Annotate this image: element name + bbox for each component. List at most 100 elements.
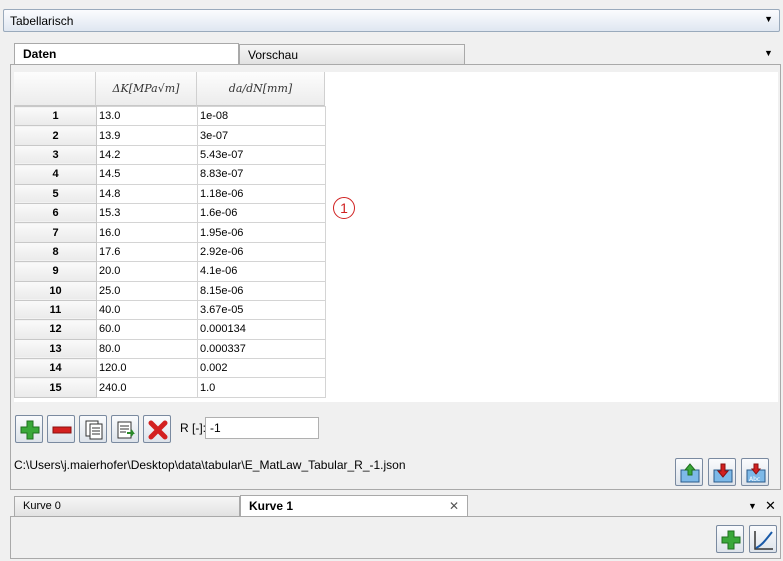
mode-select[interactable]: Tabellarisch ▼: [3, 9, 780, 32]
row-header[interactable]: 9: [14, 261, 97, 282]
row-header[interactable]: 10: [14, 280, 97, 301]
mode-select-value: Tabellarisch: [10, 14, 74, 28]
table-row[interactable]: 8 17.6 2.92e-06: [14, 241, 326, 263]
table-row[interactable]: 5 14.8 1.18e-06: [14, 183, 326, 204]
table-row[interactable]: 6 15.3 1.6e-06: [14, 202, 326, 224]
export-text-button[interactable]: Abc: [741, 458, 769, 486]
upload-icon: [680, 463, 700, 483]
r-ratio-input[interactable]: [205, 417, 319, 439]
tab-menu-icon[interactable]: ▼: [764, 48, 773, 58]
da-dn-cell[interactable]: 2.92e-06: [197, 241, 326, 263]
row-header[interactable]: 11: [14, 299, 97, 321]
delta-k-cell[interactable]: 60.0: [96, 319, 198, 340]
row-header[interactable]: 12: [14, 319, 97, 340]
delta-k-cell[interactable]: 16.0: [96, 222, 198, 243]
paste-icon: [117, 421, 135, 439]
curve-plot-button[interactable]: [749, 525, 777, 553]
tab-kurve-1[interactable]: Kurve 1 ✕: [240, 495, 468, 517]
delta-k-cell[interactable]: 17.6: [96, 241, 198, 263]
table-row[interactable]: 2 13.9 3e-07: [14, 125, 326, 146]
delta-k-cell[interactable]: 40.0: [96, 299, 198, 321]
row-header[interactable]: 3: [14, 144, 97, 166]
table-row[interactable]: 7 16.0 1.95e-06: [14, 222, 326, 243]
chevron-down-icon: ▼: [764, 14, 773, 24]
table-row[interactable]: 3 14.2 5.43e-07: [14, 144, 326, 166]
da-dn-cell[interactable]: 8.15e-06: [197, 280, 326, 301]
row-header[interactable]: 14: [14, 358, 97, 379]
da-dn-cell[interactable]: 8.83e-07: [197, 164, 326, 185]
da-dn-cell[interactable]: 1.6e-06: [197, 202, 326, 224]
table-row[interactable]: 12 60.0 0.000134: [14, 319, 326, 340]
row-header[interactable]: 13: [14, 338, 97, 360]
add-curve-icon: [721, 530, 741, 550]
da-dn-cell[interactable]: 1.95e-06: [197, 222, 326, 243]
table-row[interactable]: 13 80.0 0.000337: [14, 338, 326, 360]
add-curve-button[interactable]: [716, 525, 744, 553]
remove-icon: [52, 426, 72, 434]
remove-row-button[interactable]: [47, 415, 75, 443]
delta-k-cell[interactable]: 14.2: [96, 144, 198, 166]
da-dn-cell[interactable]: 0.000134: [197, 319, 326, 340]
table-row[interactable]: 1 13.0 1e-08: [14, 105, 326, 127]
download-icon: [713, 463, 733, 483]
upload-button[interactable]: [675, 458, 703, 486]
curve-plot-icon: [754, 531, 773, 550]
tab-menu-icon[interactable]: ▼: [748, 501, 757, 511]
row-header[interactable]: 4: [14, 164, 97, 185]
da-dn-cell[interactable]: 0.000337: [197, 338, 326, 360]
delta-k-cell[interactable]: 13.9: [96, 125, 198, 146]
table-row[interactable]: 9 20.0 4.1e-06: [14, 261, 326, 282]
copy-button[interactable]: [79, 415, 107, 443]
close-icon[interactable]: ✕: [765, 498, 776, 514]
tab-kurve-0[interactable]: Kurve 0: [14, 496, 240, 516]
delete-all-button[interactable]: [143, 415, 171, 443]
table-row[interactable]: 14 120.0 0.002: [14, 358, 326, 379]
delta-k-cell[interactable]: 120.0: [96, 358, 198, 379]
table-row[interactable]: 10 25.0 8.15e-06: [14, 280, 326, 301]
row-header[interactable]: 5: [14, 183, 97, 204]
da-dn-cell[interactable]: 5.43e-07: [197, 144, 326, 166]
da-dn-cell[interactable]: 1.18e-06: [197, 183, 326, 204]
r-ratio-label: R [-]:: [180, 421, 206, 435]
add-row-button[interactable]: [15, 415, 43, 443]
delta-k-cell[interactable]: 14.5: [96, 164, 198, 185]
da-dn-cell[interactable]: 0.002: [197, 358, 326, 379]
row-header[interactable]: 8: [14, 241, 97, 263]
tab-daten[interactable]: Daten: [14, 43, 239, 65]
paste-button[interactable]: [111, 415, 139, 443]
marker-1: 1: [333, 197, 355, 219]
table-row[interactable]: 4 14.5 8.83e-07: [14, 164, 326, 185]
tab-vorschau[interactable]: Vorschau: [239, 44, 465, 64]
da-dn-cell[interactable]: 4.1e-06: [197, 261, 326, 282]
delta-k-cell[interactable]: 25.0: [96, 280, 198, 301]
svg-text:Abc: Abc: [749, 476, 760, 483]
row-header[interactable]: 7: [14, 222, 97, 243]
row-header[interactable]: 2: [14, 125, 97, 146]
column-header-da-dn[interactable]: da/dN[mm]: [197, 72, 325, 106]
delta-k-cell[interactable]: 14.8: [96, 183, 198, 204]
delta-k-cell[interactable]: 80.0: [96, 338, 198, 360]
da-dn-cell[interactable]: 3.67e-05: [197, 299, 326, 321]
export-text-icon: Abc: [746, 463, 766, 483]
row-header[interactable]: 1: [14, 105, 97, 127]
column-header-delta-k[interactable]: ΔK[MPa√m]: [96, 72, 197, 106]
delta-k-cell[interactable]: 13.0: [96, 105, 198, 127]
da-dn-cell[interactable]: 1e-08: [197, 105, 326, 127]
delta-k-cell[interactable]: 15.3: [96, 202, 198, 224]
delta-k-cell[interactable]: 240.0: [96, 377, 198, 398]
delete-icon: [148, 420, 168, 440]
da-dn-cell[interactable]: 1.0: [197, 377, 326, 398]
delta-k-cell[interactable]: 20.0: [96, 261, 198, 282]
copy-icon: [85, 420, 103, 440]
tab-kurve-1-label: Kurve 1: [249, 499, 294, 513]
download-button[interactable]: [708, 458, 736, 486]
data-table: 1 13.0 1e-08 2 13.9 3e-07 3 14.2 5.43e-07 4 14.5 8.…: [14, 105, 326, 398]
close-icon[interactable]: ✕: [449, 499, 459, 513]
da-dn-cell[interactable]: 3e-07: [197, 125, 326, 146]
tab-kurve-0-label: Kurve 0: [23, 500, 61, 512]
table-corner[interactable]: [14, 72, 96, 106]
row-header[interactable]: 15: [14, 377, 97, 398]
row-header[interactable]: 6: [14, 202, 97, 224]
table-row[interactable]: 11 40.0 3.67e-05: [14, 299, 326, 321]
table-row[interactable]: 15 240.0 1.0: [14, 377, 326, 398]
